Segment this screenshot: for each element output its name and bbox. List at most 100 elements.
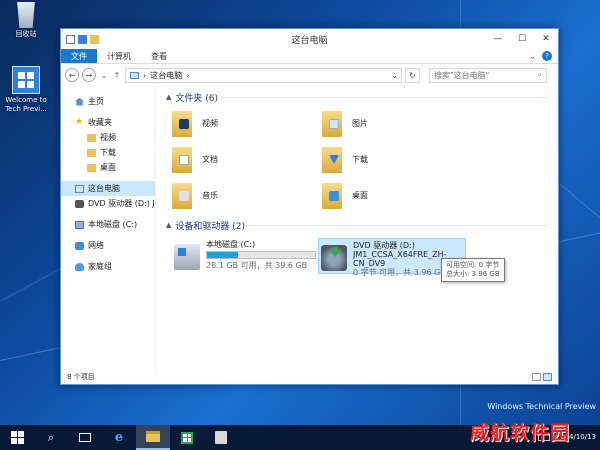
ribbon-collapse-icon[interactable]: ⌄	[529, 52, 536, 61]
folder-label: 音乐	[202, 190, 218, 200]
address-bar[interactable]: › 这台电脑 › ⌄	[125, 67, 402, 83]
drive-c[interactable]: 本地磁盘 (C:) 28.1 GB 可用，共 39.6 GB	[172, 238, 316, 274]
tab-file[interactable]: 文件	[61, 49, 97, 63]
address-chevron-icon[interactable]: ›	[186, 71, 189, 80]
computer-icon	[130, 71, 139, 79]
folder-icon	[87, 163, 96, 172]
taskbar-search-button[interactable]: ⌕	[34, 425, 68, 450]
collapse-chevron-icon[interactable]: ▲	[166, 93, 171, 101]
help-icon[interactable]: ?	[542, 51, 552, 61]
recent-locations-button[interactable]: ⌄	[99, 71, 109, 80]
internet-explorer-icon: e	[114, 430, 124, 445]
drive-c-name: 本地磁盘 (C:)	[206, 240, 256, 249]
explorer-window: 这台电脑 — ☐ ✕ 文件 计算机 查看 ⌄ ? ← → ⌄ ↑ › 这台电脑 …	[60, 28, 559, 385]
taskbar-file-explorer[interactable]	[136, 425, 170, 450]
folders-group-header[interactable]: ▲ 文件夹 (6)	[166, 90, 558, 104]
devices-group-title: 设备和驱动器 (2)	[175, 221, 246, 232]
drive-d-name: DVD 驱动器 (D:)	[353, 241, 415, 250]
task-view-button[interactable]	[68, 425, 102, 450]
drive-c-space: 28.1 GB 可用，共 39.6 GB	[206, 261, 308, 270]
sidebar-item-dvd-drive[interactable]: DVD 驱动器 (D:) JM	[61, 196, 155, 211]
folder-desktop[interactable]: 桌面	[322, 180, 472, 210]
address-chevron-icon[interactable]: ›	[143, 71, 146, 80]
folder-label: 下载	[352, 154, 368, 164]
recycle-bin-icon	[17, 2, 35, 28]
folder-icon	[87, 133, 96, 142]
desktop-recycle-bin[interactable]: 回收站	[0, 2, 52, 39]
task-view-icon	[79, 433, 91, 442]
windows-logo-icon	[10, 431, 24, 444]
forward-button[interactable]: →	[82, 68, 96, 82]
sidebar-item-home[interactable]: 主页	[61, 94, 155, 109]
sidebar-item-videos[interactable]: 视频	[61, 130, 155, 145]
network-icon	[75, 241, 84, 250]
window-menu-icon[interactable]	[66, 34, 75, 44]
desktop-watermark: Windows Technical Preview	[487, 402, 596, 411]
item-count: 8 个项目	[67, 373, 95, 381]
tab-computer[interactable]: 计算机	[97, 49, 141, 63]
taskbar-app[interactable]	[204, 425, 238, 450]
sidebar-item-favorites[interactable]: ★ 收藏夹	[61, 115, 155, 130]
hard-drive-icon	[174, 244, 200, 270]
drive-icon	[75, 220, 84, 229]
address-text: 这台电脑	[150, 70, 183, 80]
store-icon	[181, 431, 193, 444]
folder-documents[interactable]: 文档	[172, 144, 322, 174]
window-title: 这台电脑	[291, 35, 328, 46]
homegroup-icon	[75, 262, 84, 271]
content-pane: ▲ 文件夹 (6) 视频 图片 文档 下载 音乐 桌面 ▲ 设备和驱动器 (2)…	[156, 86, 558, 370]
quick-access-toolbar	[61, 34, 99, 44]
drive-c-usage-fill	[207, 252, 239, 258]
folders-grid: 视频 图片 文档 下载 音乐 桌面	[172, 108, 558, 210]
new-folder-icon[interactable]	[90, 34, 99, 44]
sidebar-item-downloads[interactable]: 下载	[61, 145, 155, 160]
tab-view[interactable]: 查看	[141, 49, 177, 63]
folder-videos[interactable]: 视频	[172, 108, 322, 138]
dvd-drive-icon	[321, 245, 347, 271]
folder-downloads[interactable]: 下载	[322, 144, 472, 174]
recycle-bin-label: 回收站	[15, 30, 37, 38]
group-divider	[222, 96, 548, 98]
collapse-chevron-icon[interactable]: ▲	[166, 221, 171, 229]
devices-group-header[interactable]: ▲ 设备和驱动器 (2)	[166, 218, 558, 232]
folder-pictures[interactable]: 图片	[322, 108, 472, 138]
up-button[interactable]: ↑	[112, 71, 122, 80]
sidebar-item-homegroup[interactable]: 家庭组	[61, 259, 155, 274]
back-button[interactable]: ←	[65, 68, 79, 82]
address-dropdown-icon[interactable]: ⌄	[391, 71, 401, 80]
folder-music[interactable]: 音乐	[172, 180, 322, 210]
sidebar-item-label: 网络	[88, 241, 104, 250]
sidebar-item-label: 家庭组	[88, 262, 112, 271]
title-bar[interactable]: 这台电脑 — ☐ ✕	[61, 29, 558, 49]
taskbar-internet-explorer[interactable]: e	[102, 425, 136, 450]
app-icon	[215, 431, 227, 444]
search-placeholder: 搜索"这台电脑"	[434, 70, 490, 80]
refresh-button[interactable]: ↻	[405, 67, 420, 83]
sidebar-item-local-disk[interactable]: 本地磁盘 (C:)	[61, 217, 155, 232]
sidebar-item-desktop[interactable]: 桌面	[61, 160, 155, 175]
drive-c-usage-bar	[206, 251, 316, 259]
sidebar-item-label: 收藏夹	[88, 118, 112, 127]
start-button[interactable]	[0, 425, 34, 450]
folder-label: 图片	[352, 118, 368, 128]
taskbar-store[interactable]	[170, 425, 204, 450]
brand-watermark: 威航软件园	[469, 422, 570, 444]
desktop-welcome-shortcut[interactable]: Welcome to Tech Previ...	[0, 66, 52, 114]
details-view-icon[interactable]	[532, 373, 541, 381]
star-icon: ★	[75, 117, 84, 127]
sidebar-item-label: 桌面	[100, 163, 116, 172]
search-input[interactable]: 搜索"这台电脑" ⌕	[429, 67, 547, 83]
folder-label: 桌面	[352, 190, 368, 200]
sidebar-item-network[interactable]: 网络	[61, 238, 155, 253]
ribbon-tabs: 文件 计算机 查看 ⌄ ?	[61, 49, 558, 64]
properties-icon[interactable]	[78, 34, 87, 44]
maximize-button[interactable]: ☐	[510, 30, 534, 48]
downloads-folder-icon	[322, 145, 344, 173]
search-icon: ⌕	[537, 70, 542, 79]
sidebar-item-this-pc[interactable]: 这台电脑	[61, 181, 155, 196]
close-button[interactable]: ✕	[534, 30, 558, 48]
window-controls: — ☐ ✕	[486, 30, 558, 48]
large-icons-view-icon[interactable]	[543, 373, 552, 381]
sidebar-item-label: 主页	[88, 97, 104, 106]
minimize-button[interactable]: —	[486, 30, 510, 48]
